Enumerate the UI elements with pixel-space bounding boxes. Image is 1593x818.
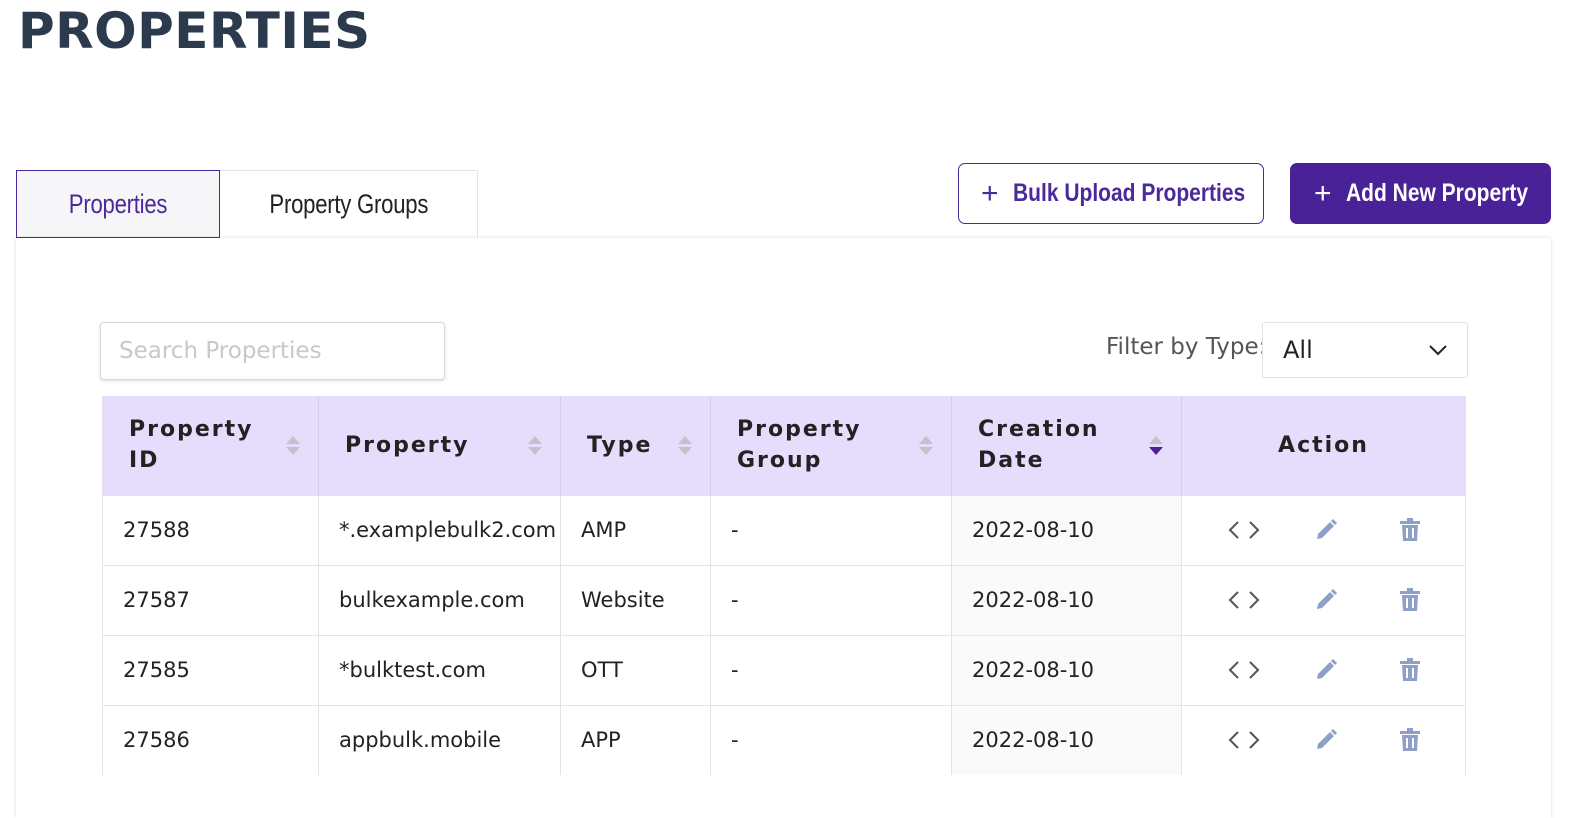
tab-properties[interactable]: Properties xyxy=(16,170,220,238)
column-header-label: Property Group xyxy=(737,417,862,474)
sort-icon[interactable] xyxy=(678,435,692,455)
column-header-property-id[interactable]: Property ID xyxy=(102,396,319,495)
sort-icon[interactable] xyxy=(286,435,300,455)
sort-icon[interactable] xyxy=(528,435,542,455)
cell-property: bulkexample.com xyxy=(318,564,561,635)
cell-creation-date: 2022-08-10 xyxy=(951,704,1182,775)
add-new-property-button[interactable]: + Add New Property xyxy=(1290,163,1551,224)
cell-property-group: - xyxy=(710,704,952,775)
pencil-icon[interactable] xyxy=(1286,518,1366,542)
search-input[interactable] xyxy=(100,322,445,380)
page-title: PROPERTIES xyxy=(18,2,371,60)
table-header-row: Property ID Property Type Property Group… xyxy=(102,396,1466,495)
column-header-label: Creation Date xyxy=(978,417,1100,474)
column-header-type[interactable]: Type xyxy=(560,396,711,495)
filter-type-value: All xyxy=(1283,336,1313,364)
cell-creation-date: 2022-08-10 xyxy=(951,634,1182,705)
bulk-upload-label: Bulk Upload Properties xyxy=(1012,179,1245,207)
column-header-creation-date[interactable]: Creation Date xyxy=(951,396,1182,495)
table-row: 27585 *bulktest.com OTT - 2022-08-10 xyxy=(102,634,1466,705)
sort-icon[interactable] xyxy=(1149,435,1163,455)
cell-type: Website xyxy=(560,564,711,635)
trash-icon[interactable] xyxy=(1370,728,1450,752)
pencil-icon[interactable] xyxy=(1286,658,1366,682)
tab-bar: Properties Property Groups xyxy=(16,170,478,238)
column-header-label: Property ID xyxy=(129,417,254,474)
pencil-icon[interactable] xyxy=(1286,728,1366,752)
code-icon[interactable] xyxy=(1214,660,1274,680)
cell-type: AMP xyxy=(560,494,711,565)
cell-property-id: 27585 xyxy=(102,634,319,705)
column-header-label: Action xyxy=(1278,432,1369,458)
code-icon[interactable] xyxy=(1214,730,1274,750)
cell-creation-date: 2022-08-10 xyxy=(951,494,1182,565)
column-header-property-group[interactable]: Property Group xyxy=(710,396,952,495)
cell-property: *bulktest.com xyxy=(318,634,561,705)
cell-property-id: 27586 xyxy=(102,704,319,775)
column-header-label: Property xyxy=(345,432,470,458)
filter-type-label: Filter by Type: xyxy=(1106,334,1267,360)
properties-table: Property ID Property Type Property Group… xyxy=(102,396,1466,775)
table-row: 27586 appbulk.mobile APP - 2022-08-10 xyxy=(102,704,1466,775)
cell-action xyxy=(1181,634,1466,705)
cell-action xyxy=(1181,704,1466,775)
trash-icon[interactable] xyxy=(1370,518,1450,542)
cell-type: OTT xyxy=(560,634,711,705)
column-header-action: Action xyxy=(1181,396,1466,495)
table-row: 27588 *.examplebulk2.com AMP - 2022-08-1… xyxy=(102,494,1466,565)
table-row: 27587 bulkexample.com Website - 2022-08-… xyxy=(102,564,1466,635)
chevron-down-icon xyxy=(1429,345,1447,356)
code-icon[interactable] xyxy=(1214,590,1274,610)
tab-property-groups-label: Property Groups xyxy=(269,189,428,219)
cell-property-group: - xyxy=(710,494,952,565)
cell-property-id: 27587 xyxy=(102,564,319,635)
cell-type: APP xyxy=(560,704,711,775)
cell-property: *.examplebulk2.com xyxy=(318,494,561,565)
column-header-label: Type xyxy=(587,432,653,458)
pencil-icon[interactable] xyxy=(1286,588,1366,612)
cell-action xyxy=(1181,564,1466,635)
cell-creation-date: 2022-08-10 xyxy=(951,564,1182,635)
trash-icon[interactable] xyxy=(1370,588,1450,612)
tab-properties-label: Properties xyxy=(68,188,168,219)
sort-icon[interactable] xyxy=(919,435,933,455)
cell-property-group: - xyxy=(710,634,952,705)
cell-property-id: 27588 xyxy=(102,494,319,565)
cell-action xyxy=(1181,494,1466,565)
code-icon[interactable] xyxy=(1214,520,1274,540)
plus-icon: + xyxy=(1314,176,1332,210)
cell-property: appbulk.mobile xyxy=(318,704,561,775)
bulk-upload-properties-button[interactable]: + Bulk Upload Properties xyxy=(958,163,1264,224)
tab-property-groups[interactable]: Property Groups xyxy=(220,170,478,238)
plus-icon: + xyxy=(981,176,999,210)
filter-type-select[interactable]: All xyxy=(1262,322,1468,378)
column-header-property[interactable]: Property xyxy=(318,396,561,495)
cell-property-group: - xyxy=(710,564,952,635)
add-new-label: Add New Property xyxy=(1345,179,1528,207)
trash-icon[interactable] xyxy=(1370,658,1450,682)
